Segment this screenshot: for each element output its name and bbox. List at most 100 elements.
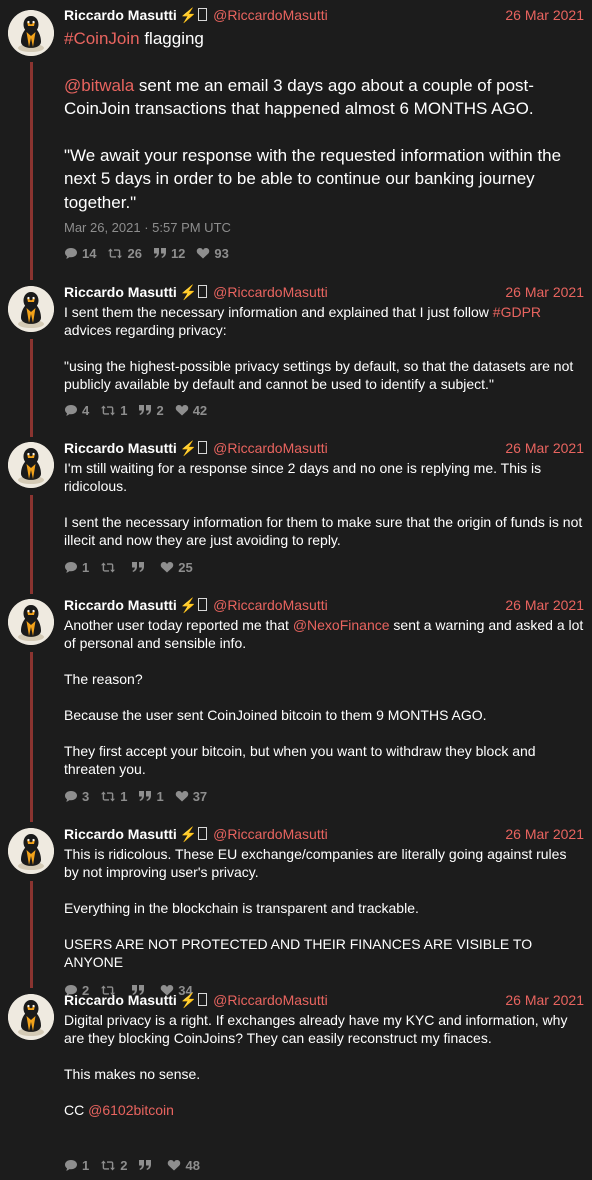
- tweet-header: Riccardo Masutti ⚡ @RiccardoMasutti 26 Ma…: [64, 438, 584, 458]
- tweet-text: I sent them the necessary information an…: [64, 303, 584, 393]
- tweet-text: #CoinJoin flagging @bitwala sent me an em…: [64, 27, 584, 214]
- tweet-text-segment: I sent the necessary information for the…: [64, 514, 583, 548]
- avatar[interactable]: [8, 442, 54, 488]
- reply-icon: [64, 247, 82, 260]
- tweet-text-segment: advices regarding privacy:: [64, 322, 227, 338]
- tweet-date[interactable]: 26 Mar 2021: [505, 595, 584, 615]
- tweet-paragraph: Everything in the blockchain is transpar…: [64, 899, 584, 917]
- quotes-stat[interactable]: 12: [153, 246, 185, 261]
- replies-stat[interactable]: 14: [64, 246, 96, 261]
- tweet-text-segment: This makes no sense.: [64, 1066, 201, 1082]
- tweet-header: Riccardo Masutti ⚡ @RiccardoMasutti 26 Ma…: [64, 990, 584, 1010]
- quotes-stat[interactable]: 1: [138, 789, 164, 804]
- likes-count: 25: [178, 559, 193, 575]
- tweet-date[interactable]: 26 Mar 2021: [505, 282, 584, 302]
- tweet-text-segment: They first accept your bitcoin, but when…: [64, 743, 536, 777]
- author-handle[interactable]: @RiccardoMasutti: [213, 992, 328, 1008]
- quote-icon: [153, 247, 171, 259]
- likes-stat[interactable]: 42: [175, 403, 207, 418]
- quotes-stat[interactable]: 2: [138, 403, 164, 418]
- retweets-stat[interactable]: 2: [100, 1158, 127, 1173]
- missing-glyph-icon: [198, 8, 208, 21]
- reply-icon: [64, 404, 82, 417]
- author-handle[interactable]: @RiccardoMasutti: [213, 7, 328, 23]
- retweets-stat[interactable]: 26: [107, 245, 142, 261]
- tweet-paragraph: "We await your response with the request…: [64, 144, 584, 215]
- hashtag-link[interactable]: #CoinJoin: [64, 29, 140, 48]
- tweet-paragraph: I'm still waiting for a response since 2…: [64, 459, 584, 495]
- retweets-stat[interactable]: [100, 561, 120, 574]
- tweet-text-segment: Another user today reported me that: [64, 617, 293, 633]
- tweet-date[interactable]: 26 Mar 2021: [505, 990, 584, 1010]
- replies-stat[interactable]: 1: [64, 1158, 89, 1173]
- missing-glyph-icon: [198, 441, 208, 454]
- missing-glyph-icon: [198, 285, 208, 298]
- lightning-emoji: ⚡: [179, 826, 198, 842]
- tweet-text: Digital privacy is a right. If exchanges…: [64, 1011, 584, 1119]
- tweet-paragraph: I sent them the necessary information an…: [64, 303, 584, 339]
- retweets-stat[interactable]: 1: [100, 403, 127, 418]
- replies-count: 3: [82, 788, 90, 804]
- mention-link[interactable]: @bitwala: [64, 76, 134, 95]
- author-name[interactable]: Riccardo Masutti: [64, 440, 177, 456]
- author-name[interactable]: Riccardo Masutti: [64, 826, 177, 842]
- missing-glyph-icon: [198, 993, 208, 1006]
- heart-icon: [160, 561, 178, 573]
- author-name[interactable]: Riccardo Masutti: [64, 992, 177, 1008]
- tweet-stats: 1 2 48: [64, 1156, 211, 1174]
- replies-count: 1: [82, 559, 90, 575]
- author-handle[interactable]: @RiccardoMasutti: [213, 597, 328, 613]
- retweets-count: 26: [127, 245, 142, 261]
- tweet-date[interactable]: 26 Mar 2021: [505, 5, 584, 25]
- likes-count: 42: [192, 402, 208, 418]
- retweets-stat[interactable]: 1: [100, 789, 127, 804]
- tweet-text-segment: flagging: [139, 29, 204, 48]
- tweet-text: I'm still waiting for a response since 2…: [64, 459, 584, 549]
- quote-icon: [131, 561, 149, 573]
- retweet-icon: [100, 404, 120, 417]
- tweet-text-segment: The reason?: [64, 671, 143, 687]
- tweet-paragraph: This is ridicolous. These EU exchange/co…: [64, 845, 584, 881]
- tweet-paragraph: USERS ARE NOT PROTECTED AND THEIR FINANC…: [64, 935, 584, 971]
- reply-icon: [64, 790, 82, 803]
- author-name[interactable]: Riccardo Masutti: [64, 7, 177, 23]
- mention-link[interactable]: @6102bitcoin: [88, 1102, 174, 1118]
- author-name[interactable]: Riccardo Masutti: [64, 597, 177, 613]
- tweet-text-segment: I'm still waiting for a response since 2…: [64, 460, 542, 494]
- lightning-emoji: ⚡: [179, 440, 198, 456]
- replies-count: 1: [82, 1157, 90, 1173]
- hashtag-link[interactable]: #GDPR: [493, 304, 541, 320]
- mention-link[interactable]: @NexoFinance: [293, 617, 390, 633]
- retweet-icon: [100, 1159, 120, 1172]
- author-name[interactable]: Riccardo Masutti: [64, 284, 177, 300]
- tweet-header: Riccardo Masutti ⚡ @RiccardoMasutti 26 Ma…: [64, 282, 584, 302]
- avatar[interactable]: [8, 286, 54, 332]
- tweet-date[interactable]: 26 Mar 2021: [505, 438, 584, 458]
- tweet-stats: 3 1 1 37: [64, 787, 218, 805]
- replies-stat[interactable]: 1: [64, 560, 89, 575]
- likes-stat[interactable]: 48: [167, 1158, 200, 1173]
- tweet-paragraph: I sent the necessary information for the…: [64, 513, 584, 549]
- likes-stat[interactable]: 37: [175, 789, 207, 804]
- author-handle[interactable]: @RiccardoMasutti: [213, 440, 328, 456]
- quotes-stat[interactable]: [131, 561, 149, 573]
- tweet-timestamp[interactable]: Mar 26, 2021 · 5:57 PM UTC: [64, 220, 231, 235]
- replies-stat[interactable]: 3: [64, 789, 89, 804]
- quotes-stat[interactable]: [138, 1159, 156, 1171]
- author-handle[interactable]: @RiccardoMasutti: [213, 284, 328, 300]
- author-handle[interactable]: @RiccardoMasutti: [213, 826, 328, 842]
- avatar[interactable]: [8, 10, 54, 56]
- avatar[interactable]: [8, 828, 54, 874]
- lightning-emoji: ⚡: [179, 284, 198, 300]
- likes-stat[interactable]: 93: [196, 246, 229, 261]
- reply-icon: [64, 561, 82, 574]
- tweet-date[interactable]: 26 Mar 2021: [505, 824, 584, 844]
- tweet-text-segment: Digital privacy is a right. If exchanges…: [64, 1012, 568, 1046]
- replies-stat[interactable]: 4: [64, 403, 89, 418]
- avatar[interactable]: [8, 599, 54, 645]
- likes-stat[interactable]: 25: [160, 559, 193, 575]
- retweet-icon: [100, 561, 120, 574]
- quotes-count: 12: [170, 245, 186, 261]
- avatar[interactable]: [8, 994, 54, 1040]
- tweet-stats: 14 26 12 93: [64, 244, 240, 262]
